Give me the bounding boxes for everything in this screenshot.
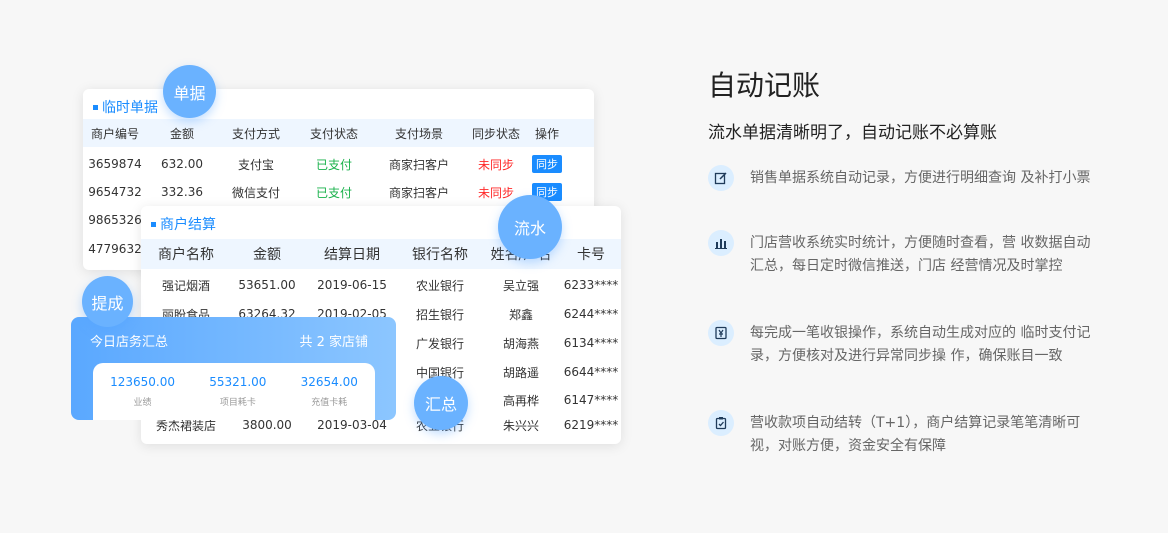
stat-project-card: 55321.00 项目耗卡 bbox=[209, 375, 267, 408]
column-header: 同步状态 bbox=[471, 126, 520, 141]
summary-title: 今日店务汇总 bbox=[90, 335, 169, 350]
stat-recharge-card: 32654.00 充值卡耗 bbox=[300, 375, 358, 408]
feature-text: 每完成一笔收银操作，系统自动生成对应的 临时支付记录，方便核对及进行异常同步操 … bbox=[750, 325, 1091, 364]
page-subtitle: 流水单据清晰明了，自动记账不必算账 bbox=[708, 123, 997, 143]
column-header: 金额 bbox=[253, 247, 281, 263]
page-title: 自动记账 bbox=[708, 69, 821, 102]
feature-item: 每完成一笔收银操作，系统自动生成对应的 临时支付记录，方便核对及进行异常同步操 … bbox=[708, 320, 1098, 368]
column-header: 卡号 bbox=[577, 247, 605, 263]
column-header: 商户名称 bbox=[158, 247, 214, 263]
store-count: 共 2 家店铺 bbox=[299, 335, 368, 350]
column-header: 商户编号 bbox=[90, 126, 139, 141]
withdraw-bubble: 提成 bbox=[82, 276, 133, 327]
column-header: 操作 bbox=[534, 126, 559, 141]
clipboard-check-icon bbox=[708, 410, 734, 436]
column-header: 支付方式 bbox=[231, 126, 280, 141]
column-header: 支付场景 bbox=[394, 126, 443, 141]
temp-receipt-header: 商户编号 金额 支付方式 支付状态 支付场景 同步状态 操作 bbox=[83, 119, 594, 147]
feature-text: 门店营收系统实时统计，方便随时查看，营 收数据自动汇总，每日定时微信推送，门店 … bbox=[750, 235, 1091, 274]
sync-status: 未同步 bbox=[477, 157, 514, 172]
feature-text: 销售单据系统自动记录，方便进行明细查询 及补打小票 bbox=[750, 170, 1091, 186]
temp-receipt-title: 临时单据 bbox=[93, 97, 158, 117]
receipt-bubble: 单据 bbox=[163, 65, 216, 118]
feature-item: 销售单据系统自动记录，方便进行明细查询 及补打小票 bbox=[708, 165, 1098, 191]
stat-performance: 123650.00 业绩 bbox=[110, 375, 175, 408]
status-badge: 已支付 bbox=[315, 185, 352, 200]
table-row: 强记烟酒 53651.00 2019-06-15 农业银行 吴立强 6233**… bbox=[161, 278, 619, 293]
feature-text: 营收款项自动结转（T+1），商户结算记录笔笔清晰可视，对账方便，资金安全有保障 bbox=[750, 415, 1081, 454]
summary-bubble: 汇总 bbox=[414, 376, 468, 430]
feature-section: 自动记账 流水单据清晰明了，自动记账不必算账 bbox=[708, 64, 1108, 143]
summary-stats: 123650.00 业绩 55321.00 项目耗卡 32654.00 充值卡耗 bbox=[93, 363, 375, 420]
daily-summary-card: 今日店务汇总 共 2 家店铺 123650.00 业绩 55321.00 项目耗… bbox=[71, 317, 396, 420]
yuan-receipt-icon bbox=[708, 320, 734, 346]
status-badge: 已支付 bbox=[315, 157, 352, 172]
edit-icon bbox=[708, 165, 734, 191]
flow-bubble: 流水 bbox=[498, 195, 562, 259]
table-row: 3659874 632.00 支付宝 已支付 商家扫客户 未同步 同步 bbox=[83, 153, 594, 175]
column-header: 结算日期 bbox=[324, 247, 380, 263]
feature-item: 营收款项自动结转（T+1），商户结算记录笔笔清晰可视，对账方便，资金安全有保障 bbox=[708, 410, 1098, 458]
feature-item: 门店营收系统实时统计，方便随时查看，营 收数据自动汇总，每日定时微信推送，门店 … bbox=[708, 230, 1098, 278]
sync-button[interactable]: 同步 bbox=[532, 155, 562, 173]
column-header: 金额 bbox=[169, 126, 194, 141]
column-header: 支付状态 bbox=[309, 126, 358, 141]
column-header: 银行名称 bbox=[412, 247, 468, 263]
settlement-title: 商户结算 bbox=[151, 214, 216, 234]
bar-chart-icon bbox=[708, 230, 734, 256]
